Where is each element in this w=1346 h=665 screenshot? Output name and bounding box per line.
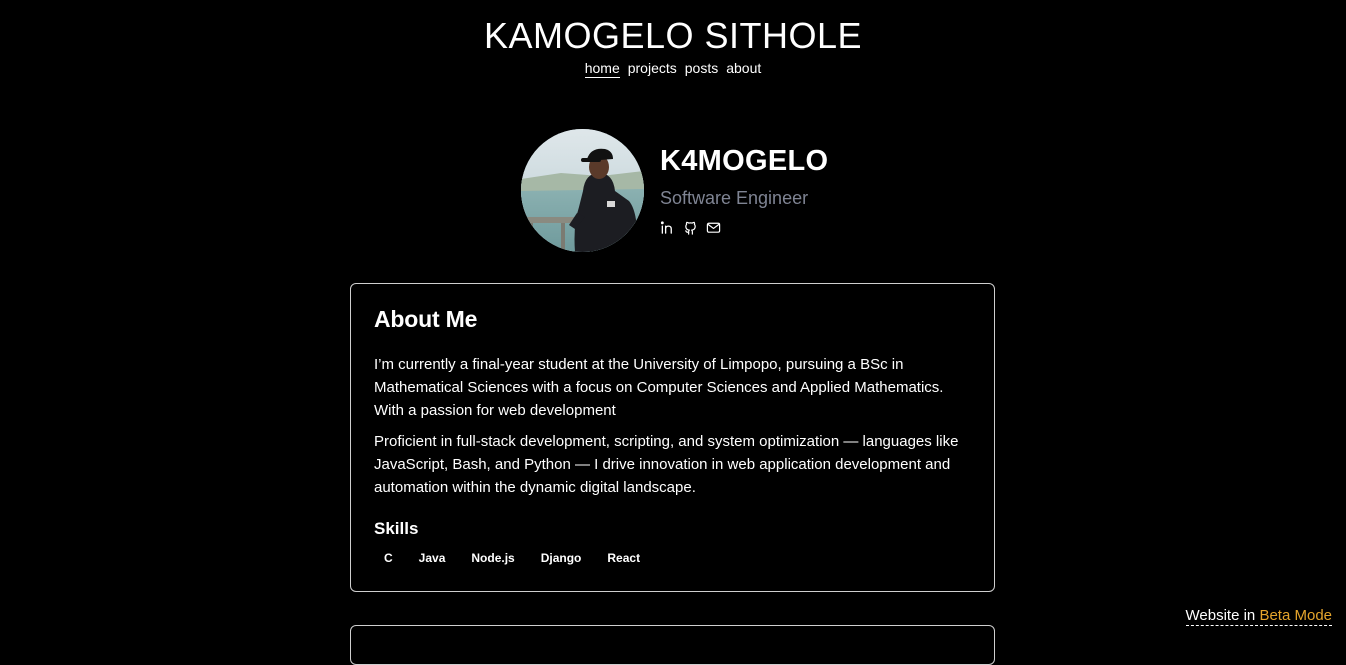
next-card [350,625,995,665]
profile-section: K4MOGELO Software Engineer [521,129,828,252]
about-heading: About Me [374,304,971,334]
site-header: KAMOGELO SITHOLE home projects posts abo… [0,0,1346,78]
avatar [521,129,644,252]
nav-posts[interactable]: posts [685,60,718,78]
beta-prefix: Website in [1186,607,1260,624]
skill-badge-react: React [601,549,646,567]
skill-badge-django: Django [535,549,588,567]
beta-accent: Beta Mode [1259,607,1332,624]
nav-about[interactable]: about [726,60,761,78]
skill-badge-nodejs: Node.js [465,549,520,567]
profile-info: K4MOGELO Software Engineer [660,129,828,235]
profile-role: Software Engineer [660,187,828,209]
beta-mode-notice[interactable]: Website in Beta Mode [1186,607,1332,626]
main-nav: home projects posts about [0,60,1346,78]
skills-list: C Java Node.js Django React [374,549,971,567]
profile-name: K4MOGELO [660,129,828,179]
skills-heading: Skills [374,518,971,540]
site-title: KAMOGELO SITHOLE [0,0,1346,56]
nav-projects[interactable]: projects [628,60,677,78]
skill-badge-java: Java [413,549,452,567]
avatar-photo [521,129,644,252]
mail-icon[interactable] [706,220,721,235]
about-paragraph-2: Proficient in full-stack development, sc… [374,430,971,499]
linkedin-icon[interactable] [660,220,675,235]
about-me-card: About Me I’m currently a final-year stud… [350,283,995,592]
nav-home[interactable]: home [585,60,620,78]
skill-badge-c: C [378,549,399,567]
social-links [660,220,828,235]
about-paragraph-1: I’m currently a final-year student at th… [374,353,971,422]
github-icon[interactable] [683,220,698,235]
